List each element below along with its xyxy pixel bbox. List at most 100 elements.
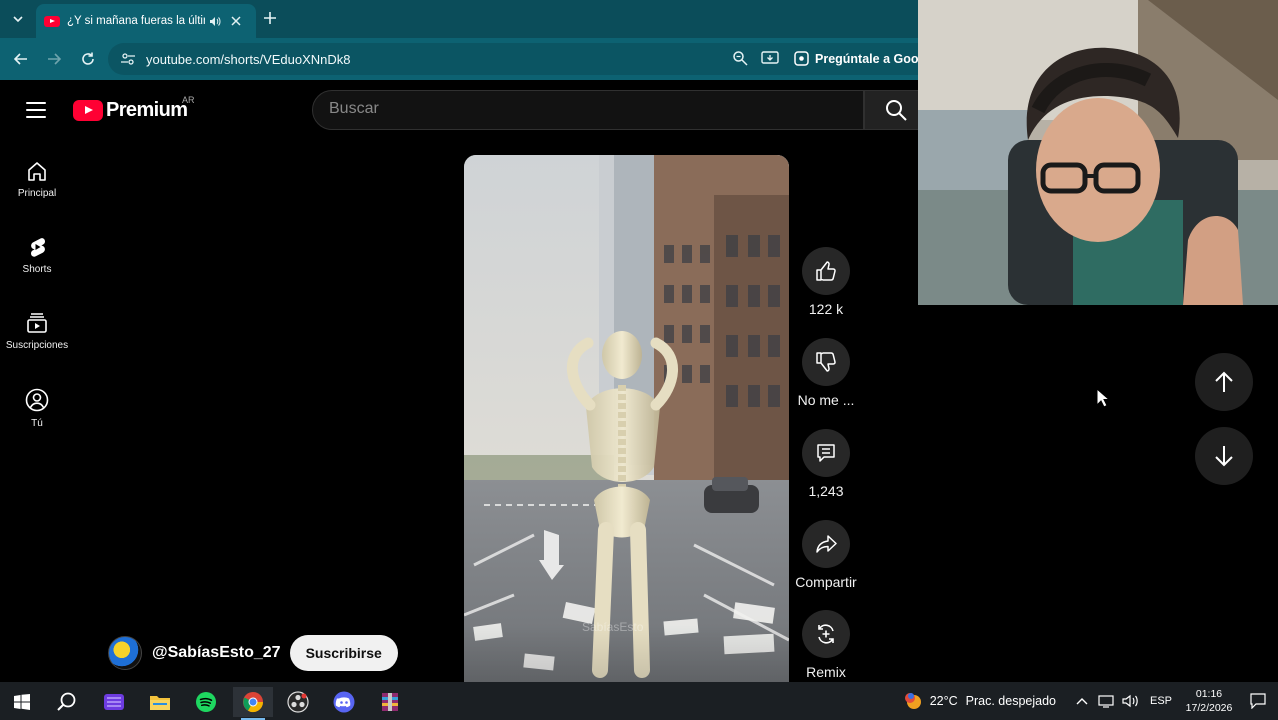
share-icon: [816, 535, 837, 553]
plus-icon: [264, 12, 276, 24]
weather-icon: [904, 693, 921, 709]
remix-icon: [818, 624, 834, 644]
arrow-down-icon: [1215, 446, 1233, 467]
comment-icon: [817, 444, 835, 462]
webcam-overlay: [918, 0, 1278, 305]
address-bar[interactable]: youtube.com/shorts/VEduoXNnDk8 Pregúntal…: [108, 43, 926, 75]
folder-icon: [150, 696, 170, 710]
share-button[interactable]: [802, 520, 850, 568]
dislike-button[interactable]: [802, 338, 850, 386]
guide-item-shorts[interactable]: Shorts: [0, 236, 74, 275]
search-button[interactable]: [864, 90, 918, 130]
google-lens-icon: [794, 51, 809, 66]
taskbar-app-chrome[interactable]: [233, 687, 273, 720]
youtube-logo[interactable]: Premium AR: [73, 95, 195, 122]
right-panel: [918, 0, 1278, 682]
dislike-action: No me ...: [792, 338, 860, 408]
logo-text: Premium: [106, 99, 188, 121]
clock-time: 01:16: [1195, 688, 1223, 700]
guide-item-principal[interactable]: Principal: [0, 160, 74, 199]
browser-tab-active[interactable]: ¿Y si mañana fueras la última: [36, 4, 256, 38]
remix-button[interactable]: [802, 610, 850, 658]
weather-description: Prac. despejado: [965, 694, 1056, 708]
like-count: 122 k: [808, 301, 844, 317]
remix-action: Remix: [792, 610, 860, 680]
reload-icon: [82, 52, 94, 65]
share-action: Compartir: [792, 520, 860, 590]
dislike-label: No me ...: [797, 392, 855, 408]
guide-menu-button[interactable]: [26, 102, 46, 118]
back-button[interactable]: [10, 48, 32, 70]
guide-label: Suscripciones: [5, 340, 69, 351]
video-watermark: SabíasEsto: [582, 620, 644, 634]
thumbs-up-icon: [816, 261, 836, 281]
next-short-button[interactable]: [1195, 427, 1253, 485]
close-icon[interactable]: [231, 16, 241, 26]
input-language[interactable]: ESP: [1150, 695, 1172, 707]
network-icon[interactable]: [1098, 694, 1114, 708]
weather-widget[interactable]: 22°C Prac. despejado: [902, 690, 1056, 712]
previous-short-button[interactable]: [1195, 353, 1253, 411]
shorts-icon: [31, 238, 45, 257]
tab-search-button[interactable]: [6, 8, 30, 30]
taskbar-app-clipchamp[interactable]: [94, 687, 134, 717]
forward-button[interactable]: [43, 48, 65, 70]
video-frame: [464, 155, 789, 682]
you-icon: [25, 388, 49, 412]
speaker-icon[interactable]: [209, 16, 221, 27]
search-taskbar-button[interactable]: [47, 687, 87, 717]
taskbar-app-obs[interactable]: [278, 687, 318, 717]
system-tray: 22°C Prac. despejado ESP 01:16 17/2/2026: [902, 682, 1278, 720]
guide-label: Tú: [31, 418, 43, 429]
country-code: AR: [182, 95, 195, 105]
reload-button[interactable]: [77, 48, 99, 70]
subscribe-button[interactable]: Suscribirse: [289, 635, 398, 671]
site-info-icon[interactable]: [120, 51, 136, 67]
youtube-favicon-icon: [44, 15, 60, 27]
search-box: [312, 90, 864, 130]
discord-icon: [333, 691, 355, 713]
volume-icon[interactable]: [1122, 694, 1140, 708]
share-label: Compartir: [795, 574, 857, 590]
tab-title: ¿Y si mañana fueras la última: [67, 15, 205, 27]
clock[interactable]: 01:16 17/2/2026: [1178, 687, 1240, 715]
home-icon: [28, 162, 46, 181]
spotify-icon: [196, 692, 216, 712]
install-app-icon[interactable]: [761, 50, 779, 66]
guide-item-subscriptions[interactable]: Suscripciones: [0, 312, 74, 351]
comments-action: 1,243: [792, 429, 860, 499]
like-button[interactable]: [802, 247, 850, 295]
youtube-play-icon: [73, 100, 103, 121]
taskbar-app-spotify[interactable]: [186, 687, 226, 717]
ask-google-button[interactable]: Pregúntale a Goog: [794, 51, 926, 66]
notifications-icon[interactable]: [1250, 693, 1266, 709]
like-action: 122 k: [792, 247, 860, 317]
remix-label: Remix: [806, 664, 846, 680]
taskbar-app-discord[interactable]: [324, 687, 364, 717]
channel-row: @SabíasEsto_27 Suscribirse: [108, 635, 398, 671]
guide-item-you[interactable]: Tú: [0, 388, 74, 429]
arrow-up-icon: [1215, 371, 1233, 392]
channel-avatar[interactable]: [108, 636, 142, 670]
channel-name[interactable]: @SabíasEsto_27: [152, 644, 281, 662]
chevron-down-icon: [13, 15, 23, 22]
new-tab-button[interactable]: [264, 9, 276, 27]
start-button[interactable]: [2, 687, 42, 717]
comments-button[interactable]: [802, 429, 850, 477]
search-icon: [57, 692, 76, 711]
toolbar: youtube.com/shorts/VEduoXNnDk8 Pregúntal…: [0, 38, 926, 80]
chevron-up-icon[interactable]: [1076, 697, 1088, 705]
shorts-video-player[interactable]: SabíasEsto: [464, 155, 789, 682]
taskbar-app-file-explorer[interactable]: [140, 687, 180, 717]
taskbar-app-winrar[interactable]: [370, 687, 410, 717]
obs-icon: [287, 691, 309, 713]
arrow-left-icon: [14, 53, 27, 65]
clipchamp-icon: [104, 694, 124, 710]
search-input[interactable]: [329, 100, 829, 118]
arrow-right-icon: [48, 53, 61, 65]
thumbs-down-icon: [816, 352, 836, 372]
clock-date: 17/2/2026: [1185, 702, 1233, 714]
guide-label: Shorts: [22, 264, 52, 275]
weather-temperature: 22°C: [929, 694, 958, 708]
zoom-icon[interactable]: [732, 50, 748, 66]
